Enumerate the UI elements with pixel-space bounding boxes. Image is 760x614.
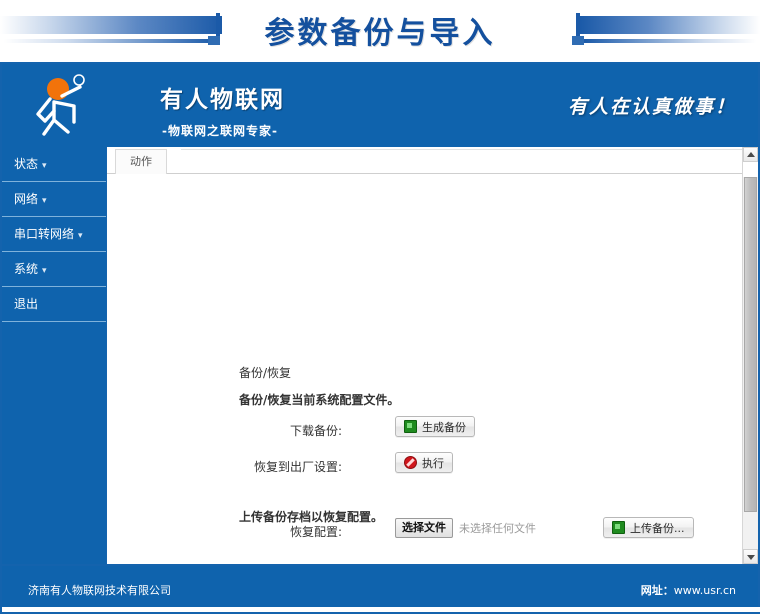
sidebar: 状态 ▾ 网络 ▾ 串口转网络 ▾ 系统 ▾ 退出	[2, 147, 106, 564]
page-footer: 济南有人物联网技术有限公司 网址：www.usr.cn	[0, 566, 760, 614]
backup-section-title: 备份/恢复	[239, 366, 292, 380]
sidebar-item-network[interactable]: 网络 ▾	[2, 182, 106, 217]
sidebar-item-status[interactable]: 状态 ▾	[2, 147, 106, 182]
app-body: 状态 ▾ 网络 ▾ 串口转网络 ▾ 系统 ▾ 退出 动作 备份/恢复 备份/恢复…	[2, 147, 758, 564]
restore-file-input[interactable]: 选择文件 未选择任何文件	[395, 518, 536, 538]
banner-decor-right	[580, 16, 760, 34]
footer-bottom-strip	[2, 607, 760, 612]
banner-tick-right-foot	[572, 36, 584, 45]
factory-reset-button[interactable]: 执行	[395, 452, 453, 473]
app-window: 有人物联网 -物联网之联网专家- 有人在认真做事！ 状态 ▾ 网络 ▾ 串口转网络 ▾…	[0, 62, 760, 566]
upload-backup-label: 上传备份...	[630, 521, 685, 535]
backup-section-description: 备份/恢复当前系统配置文件。	[239, 393, 400, 407]
footer-company: 济南有人物联网技术有限公司	[28, 584, 171, 597]
tab-strip: 动作	[107, 147, 758, 174]
sidebar-item-system[interactable]: 系统 ▾	[2, 252, 106, 287]
scrollbar-track-top[interactable]	[743, 162, 758, 177]
scroll-down-arrow-icon[interactable]	[743, 549, 758, 564]
sidebar-item-label: 网络	[14, 192, 39, 206]
restore-choose-file-button[interactable]: 选择文件	[395, 518, 453, 538]
generate-backup-label: 生成备份	[422, 420, 466, 434]
brand-name: 有人物联网	[160, 87, 285, 113]
page-banner: 参数备份与导入	[0, 0, 760, 62]
chevron-down-icon: ▾	[42, 266, 47, 276]
tab-actions[interactable]: 动作	[115, 149, 167, 174]
sidebar-item-label: 系统	[14, 262, 39, 276]
download-backup-label: 下载备份:	[289, 424, 342, 438]
banner-decor-right-thin	[584, 39, 756, 43]
red-forbidden-icon	[404, 456, 417, 469]
factory-reset-button-label: 执行	[422, 456, 444, 470]
brand-tagline: 有人在认真做事！	[567, 96, 736, 118]
scroll-up-arrow-icon[interactable]	[743, 147, 758, 162]
restore-selected-filename: 未选择任何文件	[459, 522, 536, 535]
sidebar-item-logout[interactable]: 退出	[2, 287, 106, 322]
sidebar-item-label: 状态	[14, 157, 39, 171]
scrollbar-thumb[interactable]	[744, 177, 757, 512]
brand-slogan: -物联网之联网专家-	[162, 124, 278, 138]
green-square-icon	[612, 521, 625, 534]
footer-website: 网址：www.usr.cn	[641, 582, 736, 598]
sidebar-item-label: 串口转网络	[14, 227, 75, 241]
chevron-down-icon: ▾	[42, 196, 47, 206]
green-square-icon	[404, 420, 417, 433]
app-header: 有人物联网 -物联网之联网专家- 有人在认真做事！	[2, 64, 758, 147]
restore-config-label: 恢复配置:	[289, 525, 342, 539]
person-logo-icon	[32, 72, 102, 140]
factory-reset-label: 恢复到出厂设置:	[253, 460, 342, 474]
upload-backup-button[interactable]: 上传备份...	[603, 517, 694, 538]
sidebar-item-serial-to-network[interactable]: 串口转网络 ▾	[2, 217, 106, 252]
content-panel: 动作 备份/恢复 备份/恢复当前系统配置文件。 下载备份: 生成备份 恢复到出厂…	[106, 147, 758, 564]
footer-website-value[interactable]: www.usr.cn	[674, 584, 736, 597]
footer-website-label: 网址：	[640, 584, 674, 597]
generate-backup-button[interactable]: 生成备份	[395, 416, 475, 437]
sidebar-item-label: 退出	[14, 297, 39, 311]
tab-strip-filler	[181, 149, 744, 173]
chevron-down-icon: ▾	[42, 161, 47, 171]
content-scrollbar[interactable]	[742, 147, 758, 564]
chevron-down-icon: ▾	[78, 231, 83, 241]
